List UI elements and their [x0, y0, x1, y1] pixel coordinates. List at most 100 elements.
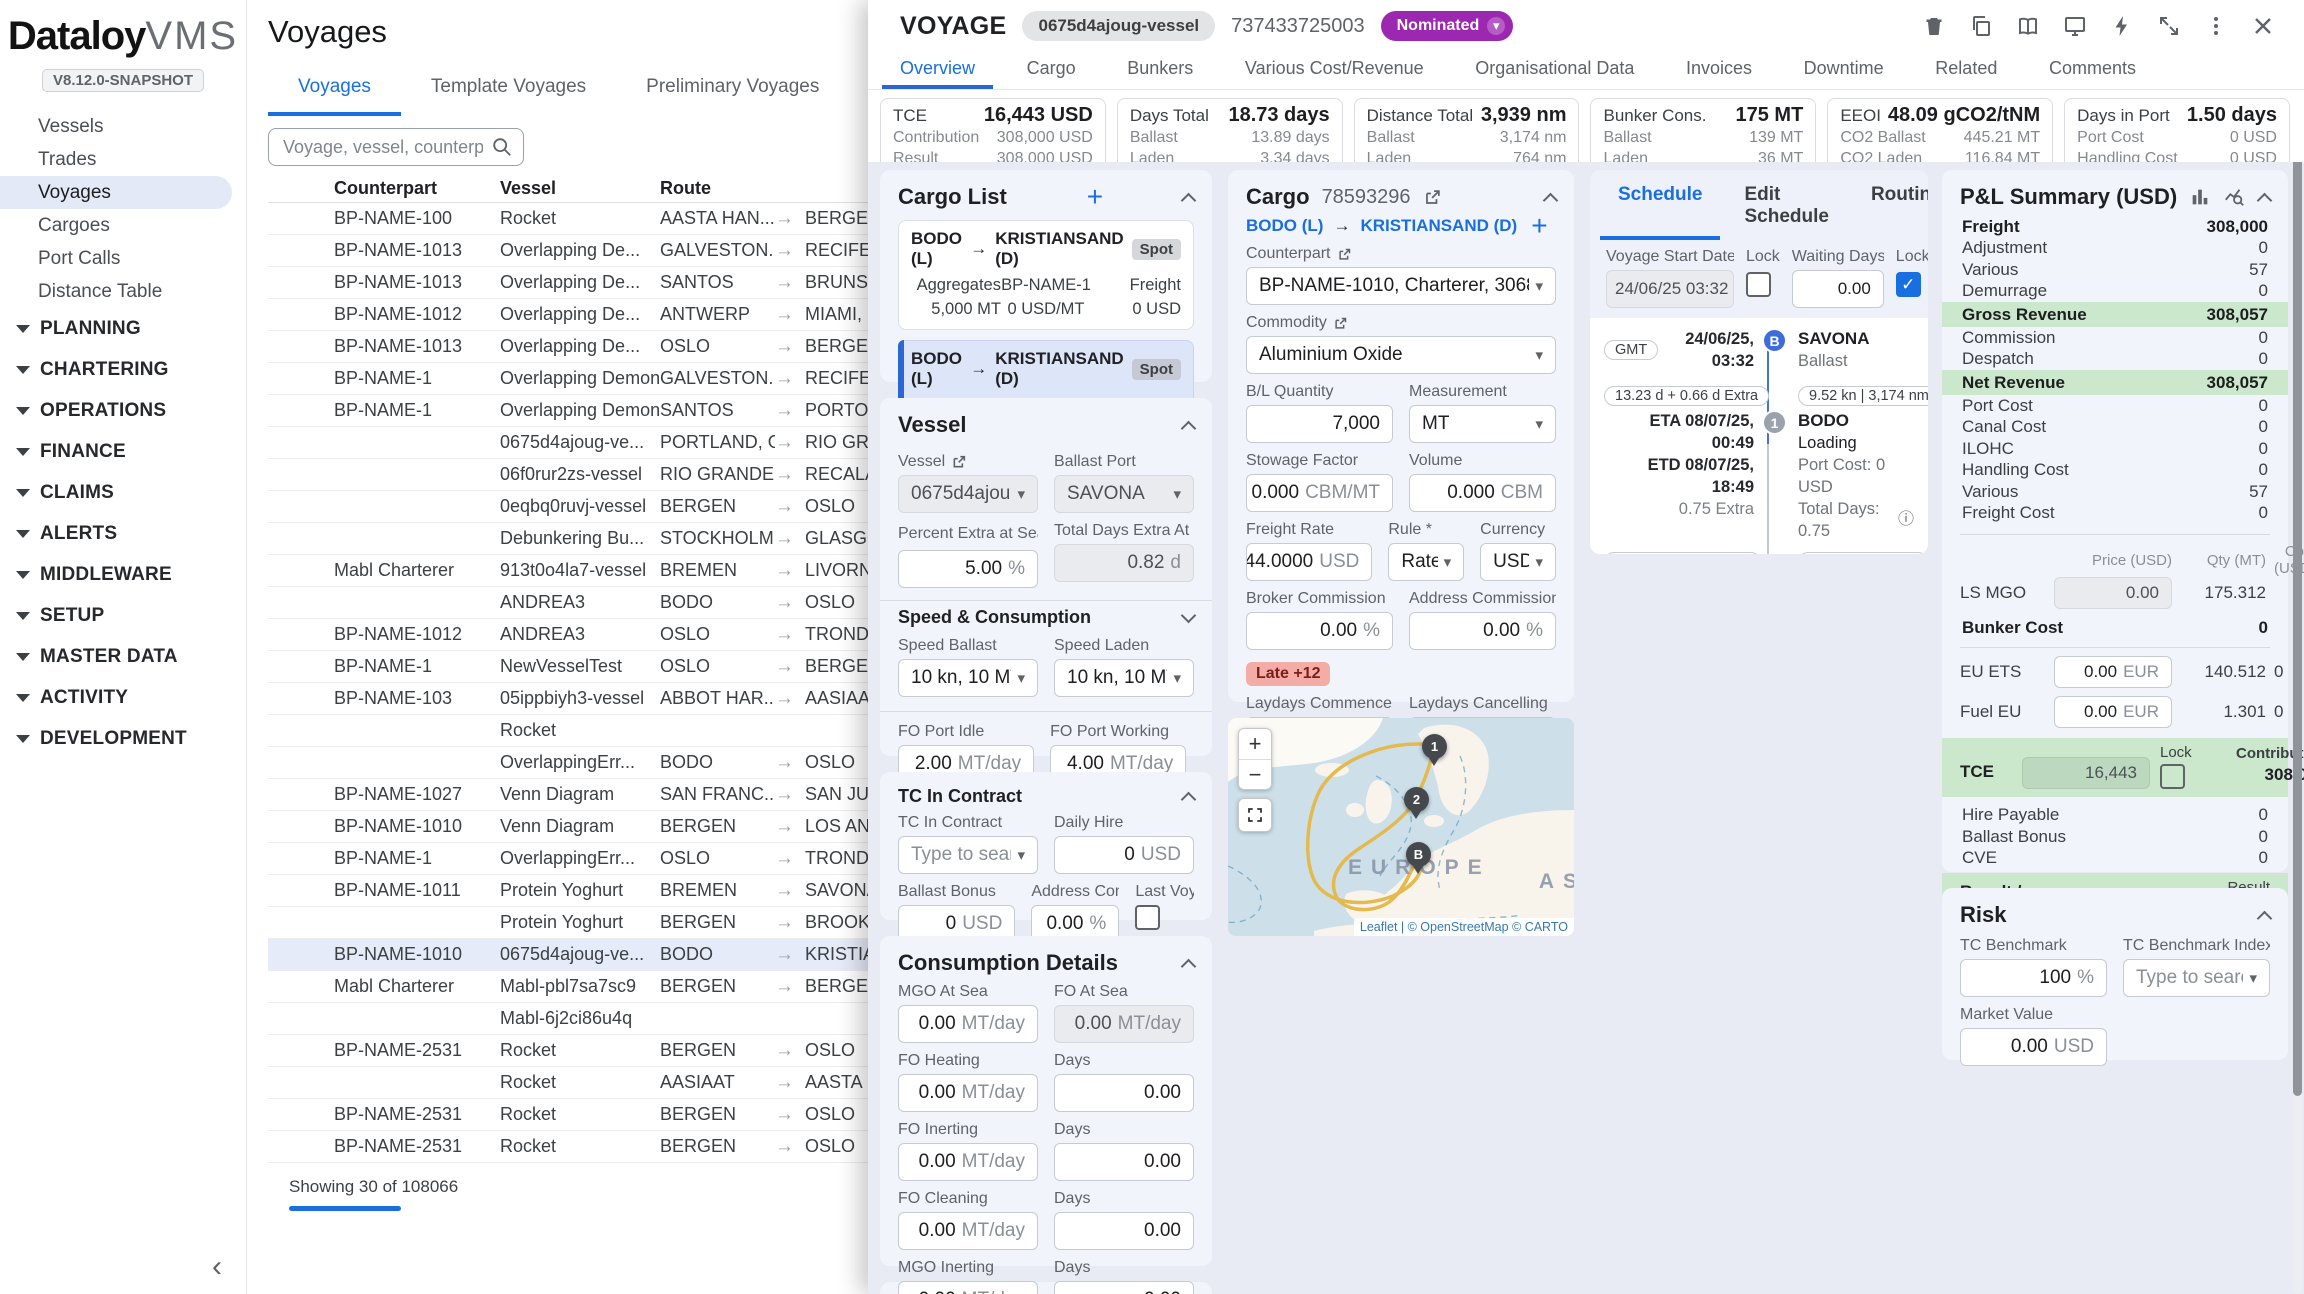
- voyage-tab[interactable]: Cargo: [1009, 52, 1094, 89]
- consumption-row-input[interactable]: 0.00MT/day: [898, 1143, 1038, 1181]
- speed-ballast-select[interactable]: 10 kn, 10 MT/d▾: [898, 659, 1038, 697]
- sidebar-item[interactable]: Distance Table: [0, 275, 232, 308]
- table-row[interactable]: 06f0rur2zs-vessel RIO GRANDE → RECALADA …: [268, 459, 868, 491]
- percent-extra-input[interactable]: 5.00%: [898, 550, 1038, 588]
- voyage-search-input[interactable]: Voyage, vessel, counterpart, port, carg.…: [268, 128, 524, 166]
- sidebar-section[interactable]: MIDDLEWARE: [0, 554, 246, 595]
- sidebar-section[interactable]: OPERATIONS: [0, 390, 246, 431]
- start-date-lock-checkbox[interactable]: [1746, 272, 1771, 297]
- days-input[interactable]: 0.00: [1054, 1074, 1194, 1112]
- status-dropdown[interactable]: Nominated ▾: [1381, 11, 1514, 41]
- table-row[interactable]: ANDREA3 BODO → OSLO: [268, 587, 868, 619]
- map-zoom-out-button[interactable]: −: [1239, 759, 1271, 789]
- table-row[interactable]: BP-NAME-2531 Rocket BERGEN → OSLO: [268, 1131, 868, 1163]
- tc-benchmark-index-select[interactable]: Type to search.▾: [2123, 959, 2270, 997]
- map-attribution[interactable]: Leaflet | © OpenStreetMap © CARTO: [1354, 918, 1574, 936]
- open-in-new-icon[interactable]: [951, 454, 967, 470]
- log-book-icon[interactable]: [2015, 13, 2041, 39]
- open-in-new-icon[interactable]: [1337, 247, 1352, 262]
- table-row[interactable]: BP-NAME-1010 Venn Diagram BERGEN → LOS A…: [268, 811, 868, 843]
- voyage-tab[interactable]: Related: [1917, 52, 2015, 89]
- table-row[interactable]: BP-NAME-1 NewVesselTest OSLO → BERGEN: [268, 651, 868, 683]
- sidebar-item[interactable]: Port Calls: [0, 242, 232, 275]
- list-tab[interactable]: Template Voyages: [401, 64, 616, 116]
- freight-rate-input[interactable]: 44.0000USD: [1246, 543, 1372, 581]
- last-voyage-checkbox[interactable]: [1135, 905, 1160, 930]
- sidebar-item[interactable]: Cargoes: [0, 209, 232, 242]
- table-row[interactable]: BP-NAME-1010 0675d4ajoug-ve... BODO → KR…: [268, 939, 868, 971]
- copy-icon[interactable]: [1968, 13, 1994, 39]
- table-row[interactable]: BP-NAME-1 OverlappingErr... OSLO → TROND…: [268, 843, 868, 875]
- table-row[interactable]: 0675d4ajoug-ve... PORTLAND, OR → RIO GRA…: [268, 427, 868, 459]
- table-row[interactable]: Rocket →: [268, 715, 868, 747]
- table-row[interactable]: BP-NAME-1 Overlapping Demon SANTOS → POR…: [268, 395, 868, 427]
- daily-hire-input[interactable]: 0USD: [1054, 836, 1194, 874]
- volume-input[interactable]: 0.000CBM: [1409, 474, 1556, 512]
- table-row[interactable]: BP-NAME-2531 Rocket BERGEN → OSLO: [268, 1035, 868, 1067]
- map-marker-ballast[interactable]: B: [1406, 842, 1431, 867]
- table-row[interactable]: BP-NAME-2531 Rocket BERGEN → OSLO: [268, 1099, 868, 1131]
- list-tab[interactable]: Voyages: [268, 64, 401, 116]
- table-row[interactable]: BP-NAME-1013 Overlapping De... SANTOS → …: [268, 267, 868, 299]
- waiting-days-lock-checkbox[interactable]: ✓: [1896, 272, 1921, 297]
- sidebar-section[interactable]: SETUP: [0, 595, 246, 636]
- tc-benchmark-input[interactable]: 100%: [1960, 959, 2107, 997]
- timeline-node[interactable]: 1: [1762, 410, 1787, 435]
- sidebar-section[interactable]: DEVELOPMENT: [0, 718, 246, 759]
- more-menu-icon[interactable]: [2203, 13, 2229, 39]
- display-icon[interactable]: [2062, 13, 2088, 39]
- schedule-tab[interactable]: Schedule: [1600, 174, 1720, 240]
- collapse-chevron-icon[interactable]: [1181, 958, 1197, 974]
- table-row[interactable]: Protein Yoghurt BERGEN → BROOKLYN,: [268, 907, 868, 939]
- add-port-button[interactable]: +: [1531, 216, 1547, 236]
- delete-icon[interactable]: [1921, 13, 1947, 39]
- open-in-new-icon[interactable]: [1333, 316, 1348, 331]
- table-row[interactable]: Debunkering Bu... STOCKHOLM → GLASGOW: [268, 523, 868, 555]
- fueleu-price-input[interactable]: 0.00EUR: [2054, 696, 2172, 728]
- collapse-chevron-icon[interactable]: [1181, 420, 1197, 436]
- table-row[interactable]: Mabl-6j2ci86u4q →: [268, 1003, 868, 1035]
- list-tab[interactable]: Comparisons: [849, 64, 868, 116]
- horizontal-scrollbar[interactable]: [289, 1206, 401, 1211]
- route-map[interactable]: + − 1 2 B EUROPE AS Leaflet | © OpenStre…: [1228, 718, 1574, 936]
- table-row[interactable]: BP-NAME-1012 Overlapping De... ANTWERP →…: [268, 299, 868, 331]
- map-marker-1[interactable]: 1: [1422, 734, 1447, 759]
- table-row[interactable]: 0eqbq0ruvj-vessel BERGEN → OSLO: [268, 491, 868, 523]
- schedule-tab[interactable]: Edit Schedule: [1726, 174, 1846, 240]
- table-row[interactable]: BP-NAME-1 Overlapping Demon GALVESTON...…: [268, 363, 868, 395]
- consumption-row-input[interactable]: 0.00MT/day: [898, 1074, 1038, 1112]
- tce-lock-checkbox[interactable]: [2160, 764, 2185, 789]
- search-icon[interactable]: [491, 136, 513, 158]
- sidebar-section[interactable]: FINANCE: [0, 431, 246, 472]
- sidebar-collapse-button[interactable]: ‹: [212, 1250, 222, 1284]
- table-row[interactable]: OverlappingErr... BODO → OSLO: [268, 747, 868, 779]
- sidebar-section[interactable]: CLAIMS: [0, 472, 246, 513]
- map-marker-2[interactable]: 2: [1404, 787, 1429, 812]
- voyage-tab[interactable]: Organisational Data: [1457, 52, 1652, 89]
- address-commission-input[interactable]: 0.00%: [1409, 612, 1556, 650]
- sidebar-item[interactable]: Voyages: [0, 176, 232, 209]
- sidebar-section[interactable]: ACTIVITY: [0, 677, 246, 718]
- stowage-factor-input[interactable]: 0.000CBM/MT: [1246, 474, 1393, 512]
- sidebar-section[interactable]: MASTER DATA: [0, 636, 246, 677]
- collapse-chevron-icon[interactable]: [1543, 192, 1559, 208]
- flash-icon[interactable]: [2109, 13, 2135, 39]
- cargo-card[interactable]: BODO (L) → KRISTIANSAND (D) Spot Aggrega…: [898, 220, 1194, 330]
- table-row[interactable]: BP-NAME-1013 Overlapping De... GALVESTON…: [268, 235, 868, 267]
- list-tab[interactable]: Preliminary Voyages: [616, 64, 849, 116]
- table-row[interactable]: Mabl Charterer 913t0o4la7-vessel BREMEN …: [268, 555, 868, 587]
- voyage-tab[interactable]: Invoices: [1668, 52, 1770, 89]
- table-row[interactable]: Rocket AASIAAT → AASTA HAN: [268, 1067, 868, 1099]
- sidebar-section[interactable]: CHARTERING: [0, 349, 246, 390]
- sidebar-item[interactable]: Vessels: [0, 110, 232, 143]
- measurement-select[interactable]: MT▾: [1409, 405, 1556, 443]
- add-cargo-button[interactable]: +: [1087, 187, 1103, 207]
- table-row[interactable]: BP-NAME-1012 ANDREA3 OSLO → TRONDHEIM: [268, 619, 868, 651]
- table-row[interactable]: Mabl Charterer Mabl-pbl7sa7sc9 BERGEN → …: [268, 971, 868, 1003]
- sidebar-item[interactable]: Trades: [0, 143, 232, 176]
- sidebar-section[interactable]: ALERTS: [0, 513, 246, 554]
- open-in-new-icon[interactable]: [1423, 188, 1442, 207]
- chart-search-icon[interactable]: [2223, 186, 2245, 208]
- schedule-tab[interactable]: Routing: [1853, 174, 1928, 240]
- bl-quantity-input[interactable]: 7,000: [1246, 405, 1393, 443]
